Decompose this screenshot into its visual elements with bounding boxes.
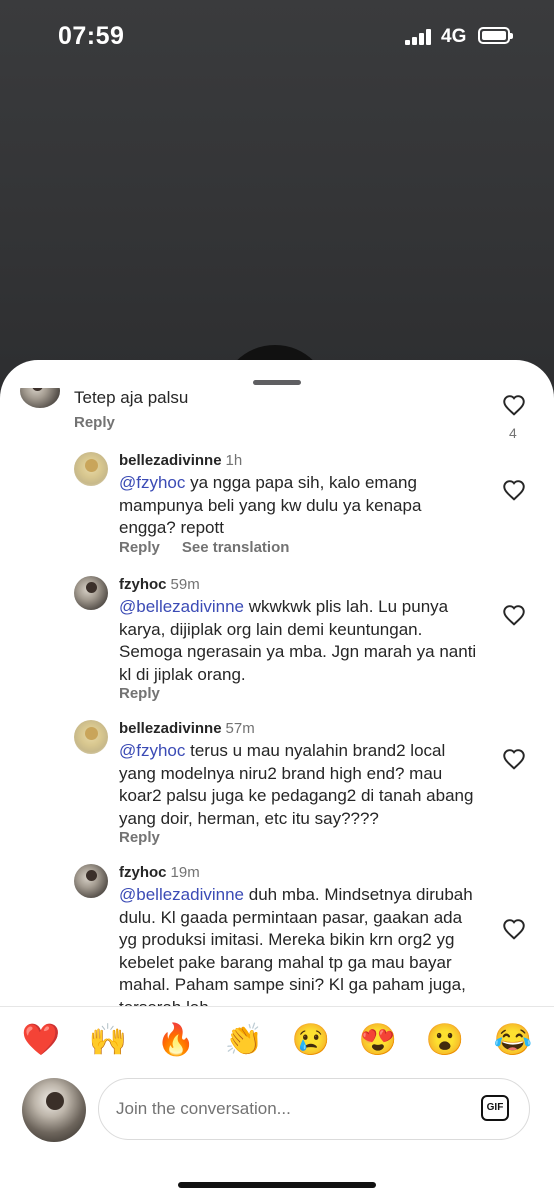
emoji-fire-button[interactable]: 🔥: [156, 1020, 196, 1060]
network-type: 4G: [441, 26, 467, 47]
comment-text: @bellezadivinne duh mba. Mindsetnya diru…: [119, 885, 473, 1006]
comment-username[interactable]: fzyhoc 19m: [119, 864, 200, 881]
comment-text: @bellezadivinne wkwkwk plis lah. Lu puny…: [119, 597, 477, 684]
comment-text: Tetep aja palsu: [74, 388, 189, 407]
comment-item: bellezadivinne 57m @fzyhoc terus u mau ny…: [0, 718, 554, 858]
avatar[interactable]: [74, 720, 108, 754]
reply-button[interactable]: Reply: [119, 685, 160, 702]
status-time: 07:59: [58, 22, 125, 50]
like-heart-icon[interactable]: [501, 746, 527, 770]
emoji-laughing-button[interactable]: 😂: [493, 1020, 533, 1060]
comment-item: fzyhoc 19m @bellezadivinne duh mba. Minds…: [0, 862, 554, 1006]
avatar[interactable]: [74, 864, 108, 898]
gif-button[interactable]: GIF: [481, 1095, 509, 1121]
comment-item: bellezadivinne 1h @fzyhoc ya ngga papa si…: [0, 450, 554, 580]
emoji-clap-button[interactable]: 👏: [224, 1020, 264, 1060]
reply-button[interactable]: Reply: [119, 829, 160, 846]
emoji-heart-button[interactable]: ❤️: [21, 1020, 61, 1060]
my-avatar: [22, 1078, 86, 1142]
mention-link[interactable]: @fzyhoc: [119, 473, 185, 492]
comment-actions: Reply: [119, 829, 182, 846]
comment-time: 57m: [225, 720, 255, 737]
emoji-raised-hands-button[interactable]: 🙌: [88, 1020, 128, 1060]
emoji-heart-eyes-button[interactable]: 😍: [358, 1020, 398, 1060]
mention-link[interactable]: @fzyhoc: [119, 741, 185, 760]
reply-button[interactable]: Reply: [74, 414, 115, 431]
comments-list[interactable]: Tetep aja palsu Reply 4 bellezadivinne 1h…: [0, 388, 554, 1006]
comment-actions: Reply: [119, 685, 182, 702]
comment-input-placeholder: Join the conversation...: [116, 1099, 291, 1118]
comment-actions: Reply See translation: [119, 539, 311, 556]
like-heart-icon[interactable]: [501, 916, 527, 940]
like-heart-icon[interactable]: [501, 477, 527, 501]
mention-link[interactable]: @bellezadivinne: [119, 885, 244, 904]
like-count: 4: [509, 425, 517, 441]
avatar[interactable]: [20, 388, 60, 408]
see-translation-button[interactable]: See translation: [182, 539, 290, 556]
avatar[interactable]: [74, 576, 108, 610]
emoji-reaction-bar: ❤️ 🙌 🔥 👏 😢 😍 😮 😂: [0, 1020, 554, 1060]
comment-text: @fzyhoc terus u mau nyalahin brand2 loca…: [119, 741, 474, 828]
reply-button[interactable]: Reply: [119, 539, 160, 556]
comment-username[interactable]: bellezadivinne 1h: [119, 452, 242, 469]
comment-input[interactable]: Join the conversation... GIF: [98, 1078, 530, 1140]
emoji-surprised-button[interactable]: 😮: [425, 1020, 465, 1060]
divider: [0, 1006, 554, 1007]
comment-time: 1h: [225, 452, 243, 469]
status-bar: 07:59 4G: [0, 0, 554, 74]
like-heart-icon[interactable]: [501, 602, 527, 626]
battery-icon: [478, 27, 513, 44]
signal-icon: [405, 29, 435, 45]
emoji-crying-button[interactable]: 😢: [291, 1020, 331, 1060]
comment-item: fzyhoc 59m @bellezadivinne wkwkwk plis la…: [0, 574, 554, 714]
comment-username[interactable]: fzyhoc 59m: [119, 576, 200, 593]
comment-username[interactable]: bellezadivinne 57m: [119, 720, 255, 737]
comments-sheet: Tetep aja palsu Reply 4 bellezadivinne 1h…: [0, 360, 554, 1200]
comment-actions: Reply: [74, 414, 137, 431]
comment-text: @fzyhoc ya ngga papa sih, kalo emang mam…: [119, 473, 422, 537]
avatar[interactable]: [74, 452, 108, 486]
drag-handle[interactable]: [253, 380, 301, 385]
mention-link[interactable]: @bellezadivinne: [119, 597, 244, 616]
home-indicator[interactable]: [178, 1182, 376, 1188]
comment-time: 59m: [170, 576, 200, 593]
like-heart-icon[interactable]: [501, 392, 527, 416]
comment-time: 19m: [170, 864, 200, 881]
